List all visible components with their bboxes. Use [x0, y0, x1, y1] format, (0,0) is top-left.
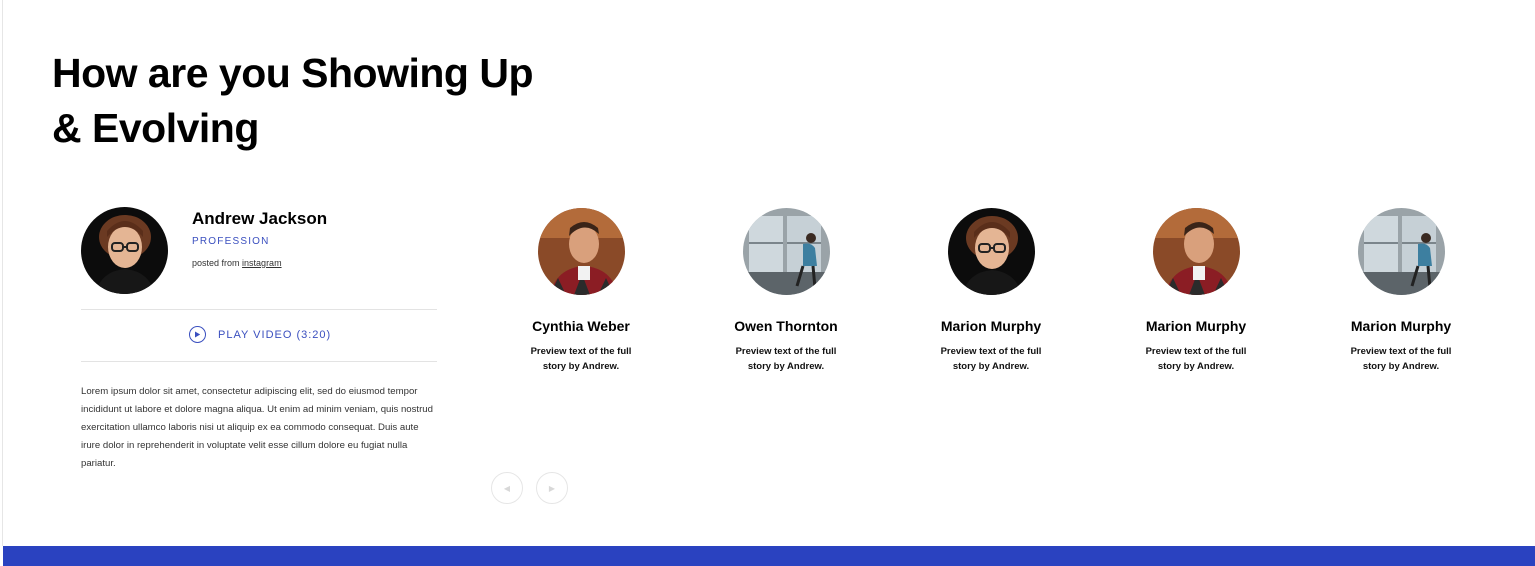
posted-prefix: posted from [192, 258, 240, 268]
left-border [2, 0, 3, 546]
story-preview: Preview text of the full story by Andrew… [735, 346, 837, 372]
featured-avatar[interactable] [81, 207, 168, 294]
section-title-line-1: How are you Showing Up [52, 50, 534, 96]
story-card[interactable]: Marion Murphy Preview text of the full s… [916, 208, 1066, 374]
featured-description: Lorem ipsum dolor sit amet, consectetur … [81, 386, 433, 469]
play-video-button[interactable]: PLAY VIDEO (3:20) [189, 326, 331, 343]
story-avatar [537, 208, 625, 295]
story-card[interactable]: Owen Thornton Preview text of the full s… [711, 208, 861, 374]
story-avatar [1152, 208, 1240, 295]
story-name: Marion Murphy [940, 318, 1042, 334]
story-name: Cynthia Weber [532, 318, 630, 334]
story-avatar [742, 208, 830, 295]
posted-source-link[interactable]: instagram [242, 258, 282, 268]
story-preview: Preview text of the full story by Andrew… [1145, 346, 1247, 372]
story-preview: Preview text of the full story by Andrew… [1350, 346, 1452, 372]
featured-posted-from: posted from instagram [192, 258, 282, 268]
section-title: How are you Showing Up & Evolving [52, 46, 534, 156]
story-name: Owen Thornton [734, 318, 838, 334]
story-card[interactable]: Marion Murphy Preview text of the full s… [1121, 208, 1271, 374]
story-name: Marion Murphy [1145, 318, 1247, 334]
carousel-next-button[interactable]: ▶ [536, 472, 568, 504]
story-avatar [1357, 208, 1445, 295]
story-preview: Preview text of the full story by Andrew… [940, 346, 1042, 372]
footer-color-bar [3, 546, 1535, 566]
story-preview: Preview text of the full story by Andrew… [530, 346, 632, 372]
story-card[interactable]: Cynthia Weber Preview text of the full s… [506, 208, 656, 374]
divider-top [81, 309, 437, 310]
play-icon [189, 326, 206, 343]
story-card[interactable]: Marion Murphy Preview text of the full s… [1326, 208, 1476, 374]
story-avatar [947, 208, 1035, 295]
triangle-left-icon: ◀ [503, 483, 511, 493]
play-video-label: PLAY VIDEO (3:20) [218, 328, 332, 341]
section-title-line-2: & Evolving [52, 105, 259, 151]
triangle-right-icon: ▶ [548, 483, 556, 493]
featured-profession: PROFESSION [192, 236, 270, 247]
story-name: Marion Murphy [1350, 318, 1452, 334]
carousel-prev-button[interactable]: ◀ [491, 472, 523, 504]
divider-bottom [81, 361, 437, 362]
featured-name: Andrew Jackson [192, 209, 328, 228]
